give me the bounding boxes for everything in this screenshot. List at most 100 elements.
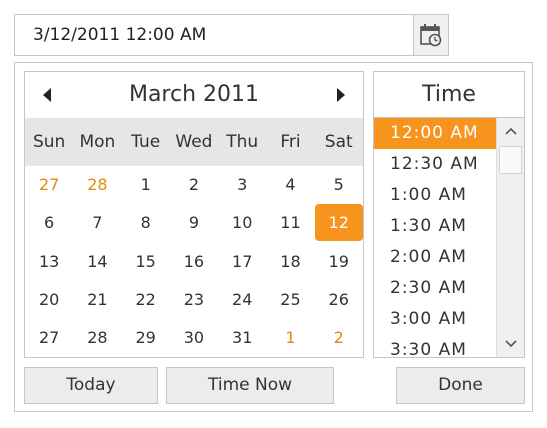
calendar-day-label: 5 (333, 175, 344, 194)
time-now-button[interactable]: Time Now (166, 367, 334, 404)
calendar-day-label: 2 (188, 175, 200, 194)
next-month-button[interactable] (333, 87, 349, 103)
done-button[interactable]: Done (396, 367, 525, 404)
calendar-day[interactable]: 17 (218, 243, 266, 281)
calendar-day[interactable]: 23 (170, 281, 218, 319)
scroll-thumb[interactable] (499, 146, 522, 174)
calendar-day[interactable]: 16 (170, 243, 218, 281)
calendar-day-label: 12 (314, 204, 363, 242)
calendar-day[interactable]: 28 (73, 166, 121, 204)
calendar-day[interactable]: 3 (218, 166, 266, 204)
weekday-label: Fri (280, 132, 301, 152)
calendar-day[interactable]: 19 (315, 243, 363, 281)
time-panel: Time 12:00 AM 12:30 AM 1:00 AM 1:30 AM 2:00 … (373, 71, 525, 358)
calendar-day[interactable]: 20 (25, 281, 73, 319)
calendar-day-label: 17 (232, 251, 253, 271)
triangle-left-icon (43, 88, 51, 102)
calendar-day-label: 28 (87, 175, 108, 194)
time-header: Time (374, 72, 524, 118)
calendar-day[interactable]: 25 (266, 281, 314, 319)
calendar-day[interactable]: 4 (266, 166, 314, 204)
calendar-day-label: 28 (87, 328, 108, 348)
time-option[interactable]: 3:00 AM (374, 304, 496, 335)
chevron-up-icon (504, 127, 517, 135)
calendar-day[interactable]: 27 (25, 166, 73, 204)
calendar-day[interactable]: 14 (73, 243, 121, 281)
time-option[interactable]: 1:30 AM (374, 211, 496, 242)
calendar-day-label: 22 (135, 289, 156, 309)
calendar-day-label: 2 (333, 328, 344, 348)
calendar-day-label: 20 (38, 289, 60, 309)
calendar-day-selected[interactable]: 12 (314, 204, 363, 242)
time-option[interactable]: 3:30 AM (374, 335, 496, 357)
time-option-selected[interactable]: 12:00 AM (374, 118, 496, 149)
triangle-right-icon (337, 88, 345, 102)
calendar-day-label: 31 (232, 328, 253, 348)
calendar-day-label: 15 (135, 251, 156, 271)
calendar-week-row: 13 14 15 16 17 18 19 (25, 243, 363, 281)
calendar-day-label: 24 (232, 289, 253, 309)
calendar-day[interactable]: 6 (25, 204, 73, 242)
calendar-day-label: 1 (285, 328, 296, 348)
weekday-label: Tue (131, 132, 161, 152)
calendar-title[interactable]: March 2011 (85, 72, 303, 118)
calendar-toggle-button[interactable] (413, 15, 448, 55)
time-scrollbar[interactable] (496, 118, 524, 357)
calendar-day-label: 18 (280, 251, 301, 271)
today-button[interactable]: Today (24, 367, 158, 404)
calendar-day[interactable]: 1 (266, 319, 314, 357)
prev-month-button[interactable] (39, 87, 55, 103)
calendar-day[interactable]: 22 (122, 281, 170, 319)
calendar-day[interactable]: 2 (170, 166, 218, 204)
calendar-day[interactable]: 10 (218, 204, 266, 242)
calendar-day[interactable]: 8 (122, 204, 170, 242)
calendar-week-row: 27 28 1 2 3 4 5 (25, 166, 363, 204)
calendar-day[interactable]: 21 (73, 281, 121, 319)
calendar-day[interactable]: 31 (218, 319, 266, 357)
calendar-day[interactable]: 30 (170, 319, 218, 357)
calendar-day-label: 13 (38, 251, 60, 271)
calendar-week-row: 27 28 29 30 31 1 2 (25, 319, 363, 357)
calendar-day-label: 27 (38, 175, 60, 194)
calendar-day-label: 6 (44, 213, 55, 233)
calendar-day-label: 8 (140, 213, 151, 233)
calendar-day[interactable]: 2 (315, 319, 363, 357)
calendar-day[interactable]: 9 (170, 204, 218, 242)
calendar-day[interactable]: 7 (73, 204, 121, 242)
datetime-input-wrapper (14, 14, 449, 56)
calendar-day[interactable]: 5 (315, 166, 363, 204)
calendar-clock-icon (420, 24, 442, 47)
calendar-day[interactable]: 1 (122, 166, 170, 204)
datetime-popup: March 2011 Sun Mon Tue Wed Thu Fri Sat 27 28 1 2 3… (14, 62, 533, 412)
time-option[interactable]: 12:30 AM (374, 149, 496, 180)
calendar-day[interactable]: 11 (266, 204, 314, 242)
weekday-header-row: Sun Mon Tue Wed Thu Fri Sat (25, 118, 363, 166)
calendar-week-row: 20 21 22 23 24 25 26 (25, 281, 363, 319)
weekday-label: Thu (226, 132, 259, 152)
calendar-day[interactable]: 13 (25, 243, 73, 281)
time-option[interactable]: 2:00 AM (374, 242, 496, 273)
time-list: 12:00 AM 12:30 AM 1:00 AM 1:30 AM 2:00 AM 2:3… (374, 118, 496, 357)
datetime-input[interactable] (15, 15, 413, 55)
scroll-up-button[interactable] (497, 118, 524, 144)
calendar-day[interactable]: 18 (266, 243, 314, 281)
calendar-header: March 2011 (25, 72, 363, 118)
calendar-day-grid: 27 28 1 2 3 4 5 6 7 8 9 10 11 12 13 14 15 16 17 18 19 20 21 22 2… (25, 166, 363, 357)
weekday-label: Sun (32, 132, 66, 152)
calendar-day[interactable]: 26 (315, 281, 363, 319)
weekday-label: Sat (324, 132, 353, 152)
calendar-day-label: 27 (38, 328, 60, 348)
time-option[interactable]: 1:00 AM (374, 180, 496, 211)
calendar-day[interactable]: 29 (122, 319, 170, 357)
calendar-day-label: 7 (92, 213, 103, 233)
calendar-day[interactable]: 27 (25, 319, 73, 357)
calendar-day-label: 11 (280, 213, 301, 233)
calendar-day[interactable]: 24 (218, 281, 266, 319)
calendar-day[interactable]: 28 (73, 319, 121, 357)
calendar-week-row: 6 7 8 9 10 11 12 (25, 204, 363, 242)
calendar-day-label: 23 (183, 289, 205, 309)
calendar-day[interactable]: 15 (122, 243, 170, 281)
scroll-down-button[interactable] (497, 331, 524, 357)
time-option[interactable]: 2:30 AM (374, 273, 496, 304)
weekday-label: Wed (175, 132, 213, 152)
